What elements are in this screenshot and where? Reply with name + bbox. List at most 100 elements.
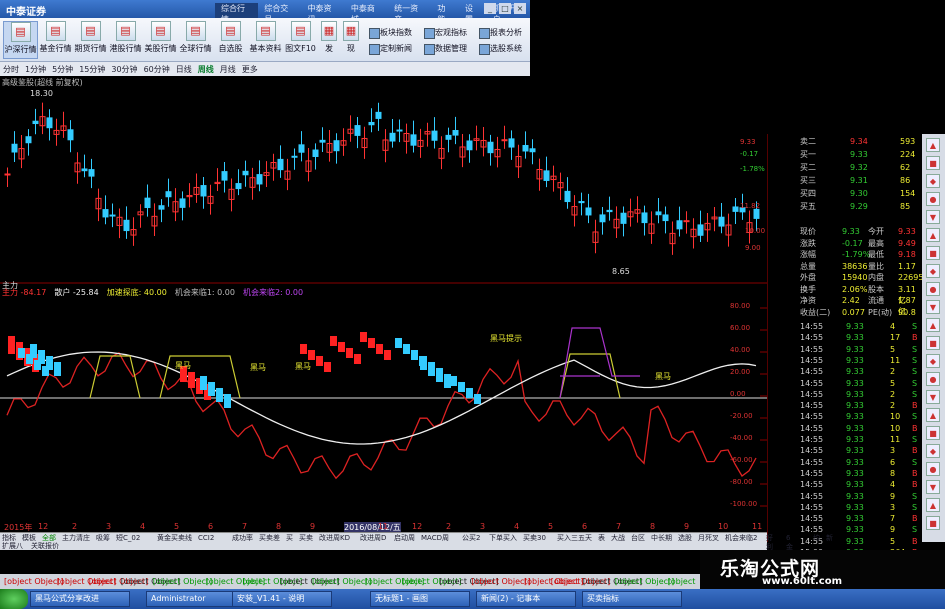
price-axis-label: 9.00 — [745, 244, 761, 252]
indicator-tab[interactable]: 机会来临2 — [725, 534, 757, 543]
indicator-tab[interactable]: 公买2 — [462, 534, 480, 543]
indicator-tab[interactable]: 买卖30 — [523, 534, 546, 543]
sidebar-icon[interactable]: ▲ — [926, 138, 940, 152]
indicator-tab[interactable]: 选股 — [678, 534, 692, 543]
sidebar-icon[interactable]: ● — [926, 192, 940, 206]
indicator-tab[interactable]: 6金叉 — [786, 534, 793, 560]
extension-tab[interactable]: 关联报价 — [31, 542, 59, 551]
indicator-tab[interactable]: 成功率 — [232, 534, 253, 543]
toolbar-button[interactable]: ▤ 期货行情 — [73, 21, 108, 59]
sidebar-icon[interactable]: ◆ — [926, 354, 940, 368]
period-tab[interactable]: 60分钟 — [141, 64, 173, 75]
indicator-tab[interactable]: 月死叉 — [698, 534, 719, 543]
sidebar-icon[interactable]: ■ — [926, 246, 940, 260]
sidebar-icon[interactable]: ◆ — [926, 174, 940, 188]
indicator-tab[interactable]: MACD周 — [421, 534, 449, 543]
indicator-tab[interactable]: 大战 — [611, 534, 625, 543]
toolbar-button[interactable]: ▤ 沪深行情 — [3, 21, 38, 59]
toolbar-button[interactable]: ▤ 美股行情 — [143, 21, 178, 59]
toolbar-small-button[interactable]: 板块指数 — [368, 26, 418, 39]
taskbar-button[interactable]: 无标题1 - 画图 — [370, 591, 470, 607]
indicator-tab[interactable]: 中长期 — [651, 534, 672, 543]
indicator-tab[interactable]: 台区 — [631, 534, 645, 543]
toolbar-button[interactable]: ▤ 基本资料 — [248, 21, 283, 59]
toolbar-button[interactable]: ▤ 全球行情 — [178, 21, 213, 59]
taskbar-button[interactable]: Administrator — [146, 591, 246, 607]
toolbar-small-button[interactable]: 数据管理 — [423, 42, 473, 55]
candle — [256, 174, 263, 185]
start-button[interactable] — [0, 589, 28, 609]
indicator-tab[interactable]: 改进周KD — [319, 534, 350, 543]
taskbar-button[interactable]: 新闻(2) - 记事本 — [476, 591, 576, 607]
indicator-tab[interactable]: 表 — [598, 534, 605, 543]
indicator-tab[interactable]: 好利 — [766, 534, 773, 551]
indicator-tab[interactable]: 均 — [813, 534, 820, 543]
period-tab[interactable]: 15分钟 — [76, 64, 108, 75]
sidebar-icon[interactable]: ● — [926, 282, 940, 296]
toolbar-small-button[interactable]: 报表分析 — [478, 26, 528, 39]
maximize-button[interactable]: □ — [499, 3, 511, 14]
indicator-tab[interactable]: 主力清庄 — [62, 534, 90, 543]
indicator-tab[interactable]: CCI2 — [198, 534, 214, 543]
period-tab[interactable]: 1分钟 — [22, 64, 49, 75]
main-chart[interactable]: 18.308.65主力黑马 黑马黑马黑马黑马提示80.0060.0040.0020… — [0, 76, 767, 522]
sidebar-icon[interactable]: ● — [926, 372, 940, 386]
sidebar-icon[interactable]: ▼ — [926, 390, 940, 404]
candle — [606, 209, 613, 213]
close-button[interactable]: × — [514, 3, 526, 14]
taskbar-button[interactable]: 黑马公式分享改进 — [30, 591, 130, 607]
taskbar-button[interactable]: 买卖指标 — [582, 591, 682, 607]
indicator-tab[interactable]: 黄金买卖线 — [157, 534, 192, 543]
indicator-tab[interactable]: 买卖差 — [259, 534, 280, 543]
period-tab[interactable]: 分时 — [0, 64, 22, 75]
sidebar-icon[interactable]: ▼ — [926, 480, 940, 494]
period-tab[interactable]: 日线 — [173, 64, 195, 75]
signal-block — [428, 362, 435, 376]
sidebar-icon[interactable]: ▼ — [926, 300, 940, 314]
sidebar-icon[interactable]: ■ — [926, 336, 940, 350]
toolbar-small-button[interactable]: 宏观指标 — [423, 26, 473, 39]
sidebar-icon[interactable]: ▲ — [926, 318, 940, 332]
indicator-tab[interactable]: 新 — [826, 534, 833, 543]
sidebar-icon[interactable]: ▲ — [926, 408, 940, 422]
period-tab[interactable]: 周线 — [195, 64, 217, 75]
sidebar-icon[interactable]: ■ — [926, 426, 940, 440]
sidebar-icon[interactable]: ■ — [926, 516, 940, 530]
indicator-tab[interactable]: 买入三五天 — [557, 534, 592, 543]
period-tab[interactable]: 更多 — [239, 64, 261, 75]
sidebar-icon[interactable]: ◆ — [926, 264, 940, 278]
indicator-tab[interactable]: 启动周 — [394, 534, 415, 543]
period-tab[interactable]: 30分钟 — [108, 64, 140, 75]
indicator-tab[interactable]: 下单买入 — [489, 534, 517, 543]
taskbar-button[interactable]: 安装_V1.41 - 说明 — [232, 591, 332, 607]
sidebar-icon[interactable]: ▲ — [926, 498, 940, 512]
black-horse-annotation: 黑马提示 — [490, 333, 522, 343]
minimize-button[interactable]: _ — [484, 3, 496, 14]
toolbar-button[interactable]: ▤ 基金行情 — [38, 21, 73, 59]
indicator-tab[interactable]: 吸筹 — [96, 534, 110, 543]
sidebar-icon[interactable]: ◆ — [926, 444, 940, 458]
tick-time: 14:55 — [800, 401, 824, 411]
indicator-tab[interactable]: 短C_02 — [116, 534, 140, 543]
toolbar-button[interactable]: ▤ 图文F10 — [283, 21, 318, 59]
stat-value: 90.8 — [898, 307, 916, 317]
extension-tab[interactable]: 扩展八 — [2, 542, 23, 551]
sidebar-icon[interactable]: ▲ — [926, 228, 940, 242]
stat-label: 外盘 — [800, 273, 816, 282]
toolbar-button[interactable]: ▦ 发 — [318, 21, 340, 59]
signal-block — [458, 382, 465, 392]
sidebar-icon[interactable]: ● — [926, 462, 940, 476]
period-tab[interactable]: 月线 — [217, 64, 239, 75]
toolbar-button[interactable]: ▤ 港股行情 — [108, 21, 143, 59]
sidebar-icon[interactable]: ■ — [926, 156, 940, 170]
toolbar-small-button[interactable]: 选股系统 — [478, 42, 528, 55]
toolbar-button[interactable]: ▦ 现 — [340, 21, 362, 59]
indicator-tab[interactable]: 买 — [286, 534, 293, 543]
indicator-tab[interactable]: 买卖 — [299, 534, 313, 543]
sidebar-icon[interactable]: ▼ — [926, 210, 940, 224]
indicator-tab[interactable]: 改进周D — [360, 534, 386, 543]
period-tab[interactable]: 5分钟 — [49, 64, 76, 75]
tick-side: B — [912, 468, 918, 478]
toolbar-small-button[interactable]: 定制新闻 — [368, 42, 418, 55]
toolbar-button[interactable]: ▤ 自选股 — [213, 21, 248, 59]
